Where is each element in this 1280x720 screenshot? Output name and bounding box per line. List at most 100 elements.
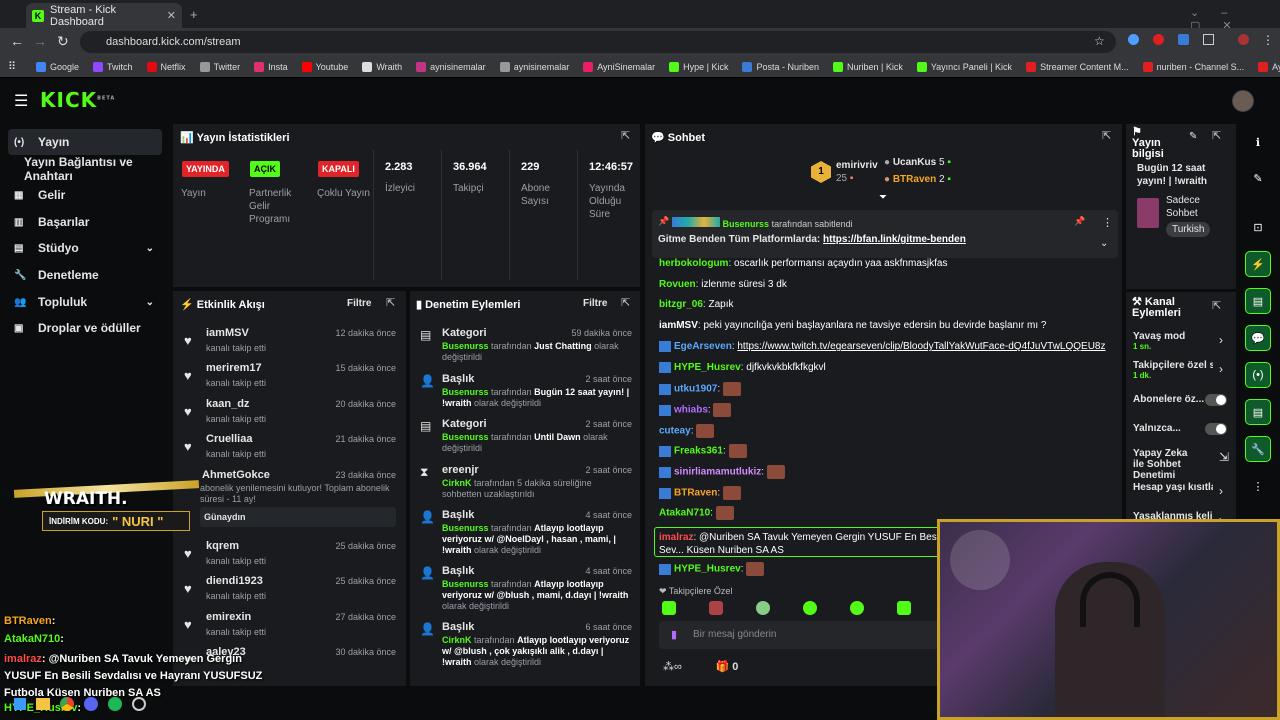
apps-icon[interactable]: ⠿: [8, 60, 16, 73]
chat-username[interactable]: imalraz: [659, 532, 693, 543]
bookmark-item[interactable]: Streamer Content M...: [1026, 61, 1129, 72]
activity-item[interactable]: ♥ merirem17 15 dakika önce kanalı takip ett…: [184, 362, 398, 398]
bookmark-item[interactable]: Nuriben | Kick: [832, 61, 903, 72]
chat-message[interactable]: Rovuen: izlenme süresi 3 dk: [659, 279, 787, 290]
points-row[interactable]: ⁂∞ 🎁 0: [663, 660, 738, 673]
extension-icons[interactable]: [1128, 34, 1249, 45]
expand-icon[interactable]: ⇱: [1102, 129, 1111, 142]
activity-item[interactable]: ♥ iamMSV 12 dakika önce kanalı takip etti: [184, 327, 398, 363]
chat-message[interactable]: Freaks361:: [659, 444, 747, 458]
moderator-name[interactable]: Busenurss: [442, 341, 489, 351]
forward-icon[interactable]: →: [33, 33, 47, 49]
edit-icon[interactable]: ✎: [1245, 165, 1271, 191]
toggle-switch[interactable]: [1205, 394, 1227, 406]
channel-action-item[interactable]: Yalnızca...: [1133, 423, 1229, 449]
hamburger-menu-icon[interactable]: ☰: [14, 91, 28, 111]
chat-username[interactable]: HYPE_Husrev: [674, 362, 741, 373]
expand-icon[interactable]: ⇱: [621, 129, 630, 142]
unpin-icon[interactable]: 📌: [1074, 216, 1085, 227]
moderator-name[interactable]: CirknK: [442, 635, 472, 645]
bookmark-item[interactable]: Wraith: [362, 61, 402, 72]
chevron-down-icon[interactable]: ⏷: [879, 192, 887, 203]
pinned-message[interactable]: 📌 Busenurss tarafından sabitlendi Gitme …: [652, 210, 1118, 258]
app-icon[interactable]: [132, 697, 146, 711]
chat-username[interactable]: BTRaven: [674, 488, 717, 499]
bookmark-item[interactable]: Netflix: [146, 61, 186, 72]
moderation-item[interactable]: 👤 Başlık 4 saat önce Busenurss tarafından A…: [420, 565, 634, 611]
more-icon[interactable]: ⋮: [1245, 473, 1271, 499]
moderator-name[interactable]: Busenurss: [442, 387, 489, 397]
chat-message[interactable]: sinirliamamutlukiz:: [659, 465, 785, 479]
chat-username[interactable]: herbokologum: [659, 258, 728, 269]
expand-icon[interactable]: ⇱: [386, 296, 395, 309]
toggle-switch[interactable]: [1205, 423, 1227, 435]
sidebar-item-6[interactable]: 👥 Topluluk ⌄: [8, 289, 162, 315]
activity-user[interactable]: Cruelliaa: [206, 433, 252, 445]
activity-user[interactable]: kaan_dz: [206, 398, 249, 410]
bookmark-item[interactable]: Insta: [254, 61, 288, 72]
bookmark-item[interactable]: AyniSinemalar: [583, 61, 655, 72]
channel-action-item[interactable]: Yapay Zeka ile Sohbet Denetimi ⇲: [1133, 448, 1229, 481]
moderator-name[interactable]: Busenurss: [442, 579, 489, 589]
reload-icon[interactable]: ↻: [57, 33, 69, 50]
chevron-right-icon[interactable]: ›: [1219, 362, 1223, 376]
filter-button[interactable]: Filtre: [347, 298, 371, 309]
bookmark-item[interactable]: Yayıncı Paneli | Kick: [916, 61, 1012, 72]
url-bar[interactable]: dashboard.kick.com/stream: [80, 31, 1116, 53]
bookmark-item[interactable]: Twitter: [199, 61, 240, 72]
expand-icon[interactable]: ⇱: [1212, 299, 1221, 312]
moderation-item[interactable]: ▤ Kategori 2 saat önce Busenurss tarafından…: [420, 418, 634, 460]
close-tab-icon[interactable]: ✕: [167, 9, 176, 22]
activity-user[interactable]: AhmetGokce: [202, 469, 270, 481]
chat-message[interactable]: herbokologum: oscarlık performansı açayd…: [659, 258, 947, 269]
chat-username[interactable]: iamMSV: [659, 320, 698, 331]
chat-icon[interactable]: 💬: [1245, 325, 1271, 351]
sidebar-item-3[interactable]: ▥ Başarılar: [8, 209, 162, 235]
chat-username[interactable]: HYPE_Husrev: [674, 564, 741, 575]
chat-message[interactable]: imalraz: @Nuriben SA Tavuk Yemeyen Gergi…: [654, 527, 954, 557]
chat-message[interactable]: cuteay:: [659, 424, 715, 438]
sidebar-item-0[interactable]: (•) Yayın: [8, 129, 162, 155]
channel-action-item[interactable]: Takipçilere özel s...1 dk. ›: [1133, 360, 1229, 386]
bookmark-item[interactable]: Posta - Nuriben: [742, 61, 819, 72]
chat-username[interactable]: cuteay: [659, 426, 691, 437]
activity-item[interactable]: ♥ kaan_dz 20 dakika önce kanalı takip etti: [184, 398, 398, 434]
chat-username[interactable]: utku1907: [674, 384, 717, 395]
activity-item[interactable]: ♥ diendi1923 25 dakika önce kanalı takip et…: [184, 575, 398, 611]
chevron-down-icon[interactable]: ⌄: [146, 243, 154, 254]
chat-message[interactable]: EgeArseven: https://www.twitch.tv/egears…: [659, 341, 1106, 352]
chevron-right-icon[interactable]: ›: [1219, 333, 1223, 347]
moderation-item[interactable]: ▤ Kategori 59 dakika önce Busenurss tarafın…: [420, 327, 634, 369]
spotify-icon[interactable]: [108, 697, 122, 711]
activity-user[interactable]: merirem17: [206, 362, 262, 374]
chat-message[interactable]: bitzgr_06: Zapık: [659, 299, 733, 310]
broadcast-icon[interactable]: (•): [1245, 362, 1271, 388]
browser-tab[interactable]: K Stream - Kick Dashboard ✕: [26, 3, 182, 28]
bookmark-star-icon[interactable]: ☆: [1094, 34, 1105, 48]
channel-action-item[interactable]: Hesap yaşı kısıtla ›: [1133, 482, 1229, 508]
chevron-down-icon[interactable]: ⌄: [146, 297, 154, 308]
bookmark-item[interactable]: aynisinemalar: [416, 61, 486, 72]
sidebar-item-2[interactable]: ▦ Gelir: [8, 182, 162, 208]
chat-message[interactable]: HYPE_Husrev:: [659, 562, 765, 576]
mic-icon[interactable]: ▮: [671, 628, 677, 641]
bookmark-item[interactable]: Twitch: [93, 61, 133, 72]
chevron-right-icon[interactable]: ›: [1219, 484, 1223, 498]
chat-username[interactable]: AtakaN710: [659, 508, 710, 519]
chat-username[interactable]: Freaks361: [674, 446, 723, 457]
chat-username[interactable]: EgeArseven: [674, 341, 732, 352]
chat-username[interactable]: whiabs: [674, 405, 708, 416]
activity-user[interactable]: kqrem: [206, 540, 239, 552]
moderation-item[interactable]: 👤 Başlık 6 saat önce CirknK tarafından Atla…: [420, 621, 634, 667]
layout-icon[interactable]: ▤: [1245, 399, 1271, 425]
channel-action-item[interactable]: Abonelere öz...: [1133, 394, 1229, 420]
activity-user[interactable]: iamMSV: [206, 327, 249, 339]
avatar[interactable]: [1232, 90, 1254, 112]
sidebar-item-1[interactable]: Yayın Bağlantısı ve Anahtarı: [8, 155, 162, 183]
chevron-right-icon[interactable]: ⇲: [1219, 450, 1229, 464]
menu-dots-icon[interactable]: ⋮: [1262, 33, 1274, 47]
screenshot-icon[interactable]: ⊡: [1245, 214, 1271, 240]
kick-logo[interactable]: KICKBETA: [40, 88, 115, 112]
document-icon[interactable]: ▤: [1245, 288, 1271, 314]
moderator-name[interactable]: Busenurss: [442, 523, 489, 533]
